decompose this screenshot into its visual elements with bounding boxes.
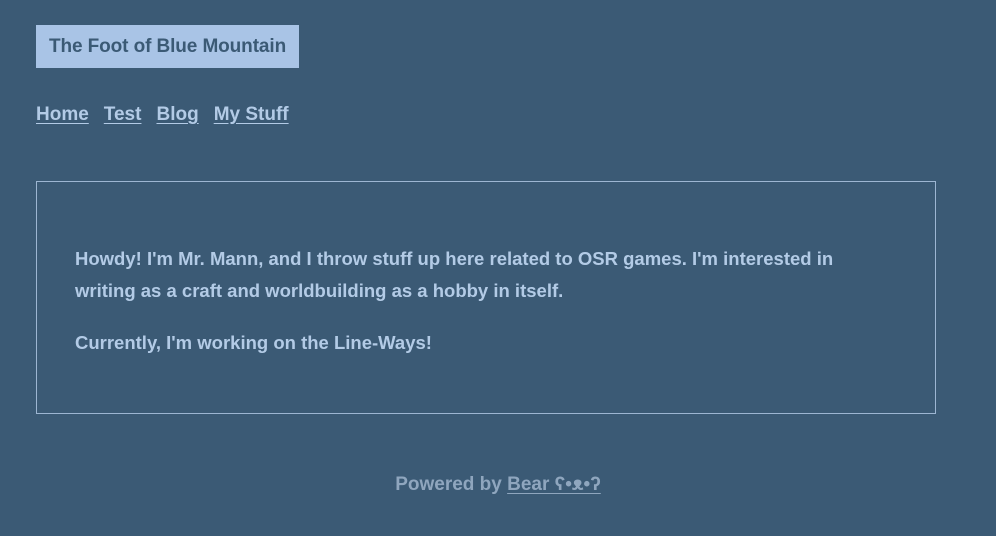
- intro-box: Howdy! I'm Mr. Mann, and I throw stuff u…: [36, 181, 936, 414]
- nav-link-blog[interactable]: Blog: [156, 104, 198, 126]
- current-project-paragraph: Currently, I'm working on the Line-Ways!: [75, 332, 432, 353]
- footer-bear-link[interactable]: Bear ʕ•ᴥ•ʔ: [507, 474, 601, 495]
- site-title-link[interactable]: The Foot of Blue Mountain: [49, 36, 286, 58]
- nav-link-my-stuff[interactable]: My Stuff: [214, 104, 289, 126]
- footer-powered-by-text: Powered by: [395, 474, 508, 495]
- site-title-badge[interactable]: The Foot of Blue Mountain: [36, 25, 300, 68]
- nav-link-home[interactable]: Home: [36, 104, 89, 126]
- nav-link-test[interactable]: Test: [104, 104, 142, 126]
- main-nav: Home Test Blog My Stuff: [36, 104, 289, 126]
- site-footer: Powered by Bear ʕ•ᴥ•ʔ: [0, 474, 996, 496]
- intro-paragraph: Howdy! I'm Mr. Mann, and I throw stuff u…: [75, 248, 834, 301]
